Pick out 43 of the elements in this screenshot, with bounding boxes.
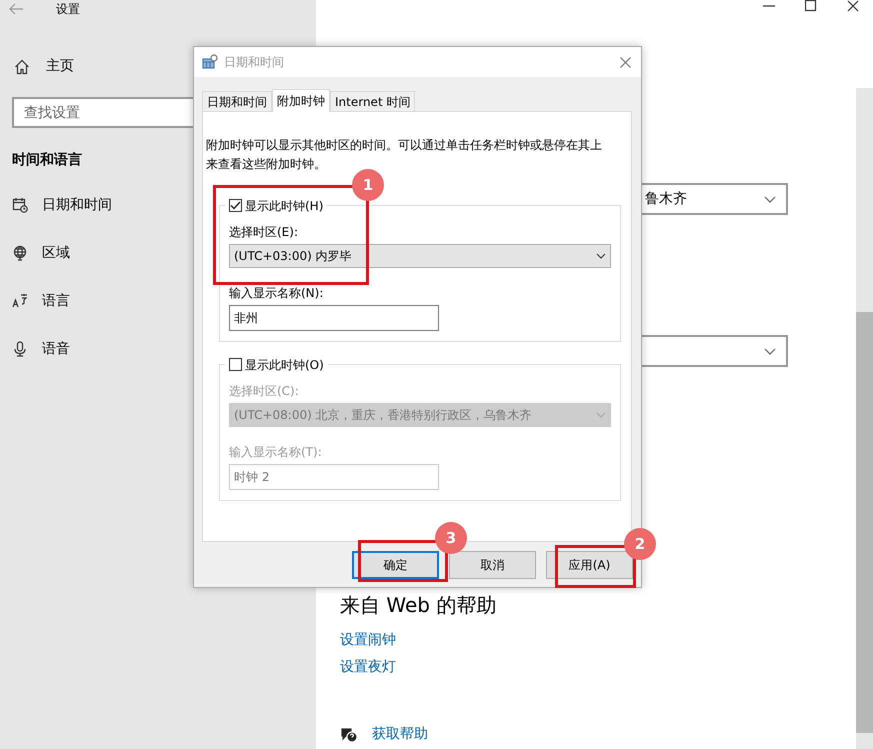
nav-link[interactable]: 区域: [42, 242, 70, 264]
help-link[interactable]: 获取帮助: [372, 724, 428, 745]
home-icon: [14, 58, 30, 74]
globe-icon: [12, 245, 28, 261]
maximize-icon[interactable]: [805, 0, 817, 12]
chevron-down-icon: [596, 253, 606, 259]
language-icon: [12, 293, 28, 309]
tab[interactable]: 日期和时间: [202, 91, 272, 111]
tab[interactable]: 附加时钟: [272, 89, 330, 112]
minimize-icon[interactable]: [763, 5, 775, 7]
help-link[interactable]: 设置夜灯: [340, 657, 396, 678]
section-title: 时间和语言: [11, 150, 82, 170]
checkbox-label: 显示此时钟(H): [245, 198, 324, 214]
close-icon[interactable]: [847, 0, 859, 12]
chevron-down-icon: [596, 412, 606, 418]
calendar-clock-icon: [202, 54, 218, 70]
scrollbar[interactable]: [856, 88, 873, 749]
nav-link[interactable]: 主页: [46, 56, 74, 77]
microphone-icon: [12, 341, 28, 357]
chevron-down-icon: [764, 348, 776, 354]
field-label: 选择时区(C):: [229, 383, 300, 400]
timezone-dropdown[interactable]: (UTC+03:00) 内罗毕: [229, 244, 611, 268]
nav-link[interactable]: 日期和时间: [42, 194, 112, 216]
section-heading: 来自 Web 的帮助: [340, 592, 498, 619]
window-title: 设置: [56, 1, 80, 18]
chevron-down-icon: [764, 196, 776, 202]
help-chat-icon: [340, 726, 358, 742]
step-number: 2: [624, 528, 656, 560]
name-field[interactable]: 非州: [229, 305, 439, 331]
dialog-button[interactable]: 取消: [449, 551, 536, 579]
field-label: 选择时区(E):: [229, 224, 299, 241]
dialog-title: 日期和时间: [224, 54, 285, 71]
tab[interactable]: Internet 时间: [330, 91, 416, 111]
field-label: 输入显示名称(N):: [229, 285, 324, 302]
help-link[interactable]: 设置闹钟: [340, 630, 396, 651]
checkbox[interactable]: [229, 199, 242, 212]
dialog-button[interactable]: 应用(A): [546, 551, 633, 579]
nav-link[interactable]: 语音: [42, 338, 70, 360]
calendar-icon: [12, 197, 28, 213]
field-label: 输入显示名称(T):: [229, 444, 323, 461]
nav-link[interactable]: 语言: [42, 290, 70, 312]
dialog-button[interactable]: 确定: [352, 551, 439, 579]
checkbox-label: 显示此时钟(O): [245, 356, 324, 374]
